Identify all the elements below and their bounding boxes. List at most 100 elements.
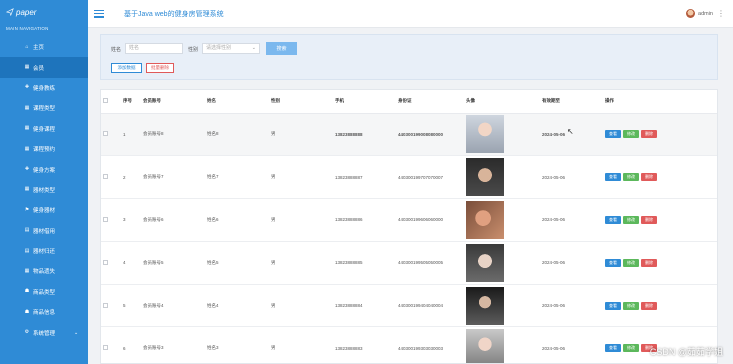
view-button[interactable]: 查看 bbox=[605, 258, 621, 267]
page-title: 基于Java web的健身房管理系统 bbox=[124, 10, 224, 18]
sidebar-item-9[interactable]: ▤ 器材借用 bbox=[0, 221, 88, 241]
cell-name: 姓名8 bbox=[205, 113, 269, 157]
top-header: 基于Java web的健身房管理系统 admin ⋮ bbox=[88, 0, 733, 28]
table-row: 5 会员账号4 姓名4 男 13823888884 440300199404040004 2… bbox=[101, 284, 717, 328]
edit-button[interactable]: 修改 bbox=[623, 215, 639, 224]
edit-button[interactable]: 修改 bbox=[623, 173, 639, 182]
sidebar-item-2[interactable]: ✚ 健身教练 bbox=[0, 78, 88, 98]
user-menu[interactable]: admin bbox=[686, 9, 713, 18]
col-header-id-card: 身份证 bbox=[396, 90, 464, 114]
building-icon: ▤ bbox=[24, 227, 30, 234]
sidebar-item-8[interactable]: ⚑ 健身器材 bbox=[0, 200, 88, 220]
sidebar-item-5[interactable]: ▦ 课程预约 bbox=[0, 139, 88, 159]
sidebar: paper MAIN NAVIGATION ⌂ 主页 ▦ 会员 ✚ 健身教练 ▦ 课程类型 ▦ 健… bbox=[0, 0, 88, 364]
sidebar-item-14[interactable]: ⚙ 系统管理 ⌄ bbox=[0, 322, 88, 342]
avatar bbox=[686, 9, 696, 18]
cell-expire: 2024-05-06 bbox=[540, 284, 603, 328]
cell-no: 3 bbox=[121, 198, 141, 242]
member-photo bbox=[466, 158, 504, 197]
menu-toggle-icon[interactable] bbox=[94, 9, 104, 18]
edit-button[interactable]: 修改 bbox=[623, 258, 639, 267]
cell-account: 会员账号8 bbox=[141, 113, 205, 157]
chevron-down-icon: ⌄ bbox=[74, 329, 79, 336]
cell-actions: 查看 修改 删除 bbox=[603, 113, 717, 157]
row-checkbox-cell bbox=[101, 155, 121, 200]
sidebar-item-label: 健身方案 bbox=[33, 167, 56, 174]
sidebar-menu: ⌂ 主页 ▦ 会员 ✚ 健身教练 ▦ 课程类型 ▦ 健身课程 ▦ 课程预约 ✚ 健身方案 ▦ 器材类型 ⚑ 健身器… bbox=[0, 37, 88, 343]
sidebar-item-13[interactable]: ☗ 商品信息 bbox=[0, 302, 88, 322]
sidebar-item-label: 健身教练 bbox=[33, 85, 56, 92]
col-header-actions: 操作 bbox=[603, 90, 717, 114]
gender-select[interactable]: 请选择性别 ⌄ bbox=[202, 43, 260, 54]
view-button[interactable]: 查看 bbox=[605, 344, 621, 353]
flag-icon: ⚑ bbox=[24, 206, 30, 213]
row-checkbox-cell bbox=[101, 198, 121, 242]
sidebar-item-0[interactable]: ⌂ 主页 bbox=[0, 37, 88, 57]
chevron-down-icon: ⌄ bbox=[251, 45, 256, 51]
cell-gender: 男 bbox=[269, 198, 333, 242]
col-header-no: 序号 bbox=[121, 90, 141, 114]
delete-button[interactable]: 删除 bbox=[641, 130, 657, 139]
watermark: CSDN @茹茹学姐 bbox=[649, 347, 723, 357]
sidebar-item-label: 物品遗失 bbox=[33, 269, 56, 276]
view-button[interactable]: 查看 bbox=[605, 173, 621, 182]
search-panel: 姓名 姓名 性别 请选择性别 ⌄ 搜索 添加数据 批量删除 bbox=[100, 34, 718, 80]
sidebar-item-6[interactable]: ✚ 健身方案 bbox=[0, 159, 88, 179]
cell-phone: 13823888886 bbox=[333, 198, 396, 242]
row-checkbox[interactable] bbox=[103, 302, 108, 308]
delete-button[interactable]: 删除 bbox=[641, 173, 657, 182]
cell-gender: 男 bbox=[269, 326, 333, 363]
cell-no: 5 bbox=[121, 284, 141, 328]
cell-id-card: 440300199707070007 bbox=[396, 155, 464, 200]
row-checkbox[interactable] bbox=[103, 131, 108, 137]
cell-phone: 13823888884 bbox=[333, 284, 396, 328]
cell-phone: 13823888888 bbox=[333, 113, 396, 157]
cell-name: 姓名6 bbox=[205, 198, 269, 242]
cell-id-card: 440300199606060000 bbox=[396, 198, 464, 242]
edit-button[interactable]: 修改 bbox=[623, 301, 639, 310]
delete-button[interactable]: 删除 bbox=[641, 301, 657, 310]
sidebar-item-4[interactable]: ▦ 健身课程 bbox=[0, 119, 88, 139]
cell-id-card: 440300199008080000 bbox=[396, 113, 464, 157]
cell-name: 姓名4 bbox=[205, 284, 269, 328]
row-checkbox[interactable] bbox=[103, 259, 108, 265]
sidebar-item-10[interactable]: ▤ 器材归还 bbox=[0, 241, 88, 261]
table-row: 3 会员账号6 姓名6 男 13823888886 440300199606060000 2… bbox=[101, 198, 717, 242]
view-button[interactable]: 查看 bbox=[605, 130, 621, 139]
row-checkbox[interactable] bbox=[103, 345, 108, 351]
view-button[interactable]: 查看 bbox=[605, 215, 621, 224]
row-checkbox[interactable] bbox=[103, 216, 108, 222]
sidebar-item-1[interactable]: ▦ 会员 bbox=[0, 57, 88, 78]
row-checkbox-cell bbox=[101, 284, 121, 328]
cell-expire: 2024-05-06 bbox=[540, 241, 603, 285]
table-row: 6 会员账号3 姓名3 男 13823888883 440300199303030003 2… bbox=[101, 326, 717, 363]
edit-button[interactable]: 修改 bbox=[623, 344, 639, 353]
cell-no: 2 bbox=[121, 155, 141, 200]
member-photo bbox=[466, 243, 504, 282]
table-row: 2 会员账号7 姓名7 男 13823888887 440300199707070007 2… bbox=[101, 155, 717, 200]
edit-button[interactable]: 修改 bbox=[623, 130, 639, 139]
sidebar-item-7[interactable]: ▦ 器材类型 bbox=[0, 180, 88, 200]
view-button[interactable]: 查看 bbox=[605, 301, 621, 310]
delete-button[interactable]: 删除 bbox=[641, 258, 657, 267]
sidebar-item-11[interactable]: ▦ 物品遗失 bbox=[0, 261, 88, 281]
search-button[interactable]: 搜索 bbox=[266, 42, 297, 55]
cell-account: 会员账号7 bbox=[141, 155, 205, 200]
delete-button[interactable]: 删除 bbox=[641, 215, 657, 224]
col-header-expire: 有效期至 bbox=[540, 90, 603, 114]
member-table: 序号 会员账号 姓名 性别 手机 身份证 头像 有效期至 操作 1 会员账号8 姓名… bbox=[100, 89, 718, 364]
more-options-icon[interactable]: ⋮ bbox=[717, 9, 725, 18]
member-photo bbox=[466, 329, 504, 363]
select-all-checkbox[interactable] bbox=[103, 98, 108, 104]
cell-actions: 查看 修改 删除 bbox=[603, 284, 717, 328]
sidebar-item-3[interactable]: ▦ 课程类型 bbox=[0, 98, 88, 118]
row-checkbox[interactable] bbox=[103, 174, 108, 180]
batch-delete-button[interactable]: 批量删除 bbox=[146, 63, 174, 73]
cell-photo bbox=[464, 113, 540, 157]
grid-icon: ▦ bbox=[24, 145, 30, 152]
add-data-button[interactable]: 添加数据 bbox=[111, 63, 142, 73]
sidebar-item-label: 器材归还 bbox=[33, 249, 56, 256]
name-search-input[interactable]: 姓名 bbox=[125, 43, 183, 54]
cell-no: 6 bbox=[121, 326, 141, 363]
sidebar-item-12[interactable]: ☗ 商品类型 bbox=[0, 282, 88, 302]
